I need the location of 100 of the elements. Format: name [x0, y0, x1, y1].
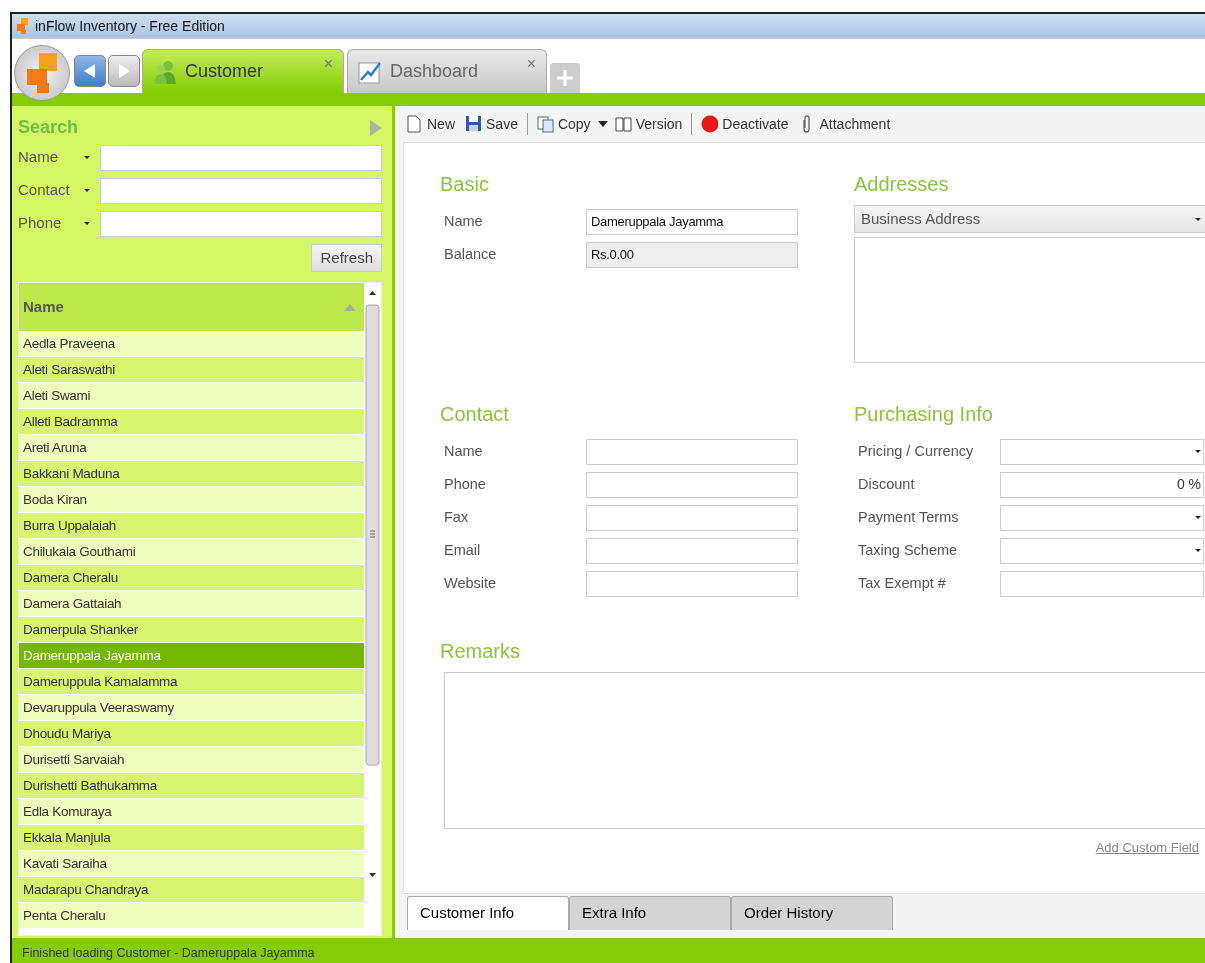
field-label: Name: [443, 211, 484, 231]
list-row[interactable]: Devaruppula Veeraswamy: [19, 695, 364, 721]
list-row[interactable]: Durishetti Bathukamma: [19, 773, 364, 799]
list-row[interactable]: Chilukala Gouthami: [19, 539, 364, 565]
input-field[interactable]: [586, 570, 798, 597]
people-icon: [153, 59, 177, 84]
list-row[interactable]: Aleti Swami: [19, 383, 364, 409]
field-label: Fax: [443, 507, 470, 527]
dropdown-caret-icon[interactable]: [84, 156, 90, 159]
input-field[interactable]: [586, 504, 798, 531]
app-logo-icon: [25, 53, 59, 93]
dropdown-caret-icon: [1195, 549, 1201, 552]
back-button[interactable]: [74, 55, 106, 87]
new-tab-button[interactable]: [550, 63, 580, 93]
plus-icon: [556, 69, 574, 87]
dropdown-field[interactable]: [1000, 537, 1204, 564]
field-label: Name: [18, 147, 59, 168]
field-label: Pricing / Currency: [857, 441, 975, 461]
input-field[interactable]: [586, 438, 798, 465]
save-button[interactable]: Save: [462, 113, 521, 135]
section-title: Basic: [440, 172, 490, 197]
add-custom-field-link[interactable]: Add Custom Field: [1095, 837, 1199, 857]
list-row[interactable]: Aleti Saraswathi: [19, 357, 364, 383]
version-button[interactable]: Version: [611, 113, 686, 135]
dropdown-caret-icon[interactable]: [84, 222, 90, 225]
input-field[interactable]: [586, 471, 798, 498]
input-field[interactable]: [1000, 570, 1204, 597]
search-title: Search: [18, 116, 79, 139]
collapse-arrow-icon[interactable]: [370, 119, 382, 136]
document-icon: [406, 115, 423, 133]
status-bar: Finished loading Customer - Dameruppala Jayamma: [12, 938, 1205, 963]
dropdown-caret-icon[interactable]: [84, 189, 90, 192]
field-label: Payment Terms: [857, 507, 960, 527]
bottom-tab[interactable]: Extra Info: [569, 896, 731, 930]
field-label: Name: [443, 441, 484, 461]
list-row[interactable]: Madarapu Chandraya: [19, 877, 364, 903]
dropdown-caret-icon: [1195, 516, 1201, 519]
list-row[interactable]: Areti Aruna: [19, 435, 364, 461]
list-row[interactable]: Edla Komuraya: [19, 799, 364, 825]
field-label: Phone: [18, 213, 63, 234]
list-row[interactable]: Damerpula Shanker: [19, 617, 364, 643]
search-field[interactable]: [100, 144, 382, 171]
dropdown-caret-icon[interactable]: [597, 121, 608, 127]
list-row[interactable]: Burra Uppalaiah: [19, 513, 364, 539]
column-header[interactable]: Name: [23, 295, 64, 319]
copy-icon: [536, 115, 554, 133]
input-field[interactable]: Dameruppala Jayamma: [586, 208, 798, 235]
list-row[interactable]: Boda Kiran: [19, 487, 364, 513]
chart-icon: [358, 59, 382, 84]
book-icon: [614, 115, 632, 133]
dropdown-caret-icon: [1195, 217, 1201, 221]
list-row[interactable]: Durisetti Sarvaiah: [19, 747, 364, 773]
field-label: Balance: [443, 244, 498, 264]
section-title: Contact: [440, 402, 510, 427]
field-label: Email: [443, 540, 482, 560]
left-arrow-icon: [84, 64, 96, 78]
forward-button[interactable]: [108, 55, 140, 87]
app-menu-button[interactable]: [14, 45, 70, 101]
refresh-button[interactable]: Refresh: [311, 243, 382, 272]
field-label: Discount: [857, 474, 916, 494]
field-label: Phone: [443, 474, 487, 494]
app-tab[interactable]: Dashboard ×: [347, 49, 547, 93]
input-field[interactable]: 0 %: [1000, 471, 1204, 498]
dropdown-field[interactable]: [1000, 504, 1204, 531]
search-field[interactable]: [100, 177, 382, 204]
deactivate-button[interactable]: Deactivate: [698, 113, 792, 135]
address-text-area[interactable]: [854, 237, 1205, 363]
list-row[interactable]: Damera Gattaiah: [19, 591, 364, 617]
address-type-dropdown[interactable]: Business Address: [854, 205, 1205, 233]
input-field[interactable]: Rs.0.00: [586, 241, 798, 268]
list-row[interactable]: Aedla Praveena: [19, 331, 364, 357]
list-row[interactable]: Bakkani Maduna: [19, 461, 364, 487]
remarks-text-area[interactable]: [444, 672, 1205, 829]
input-field[interactable]: [586, 537, 798, 564]
field-label: Contact: [18, 180, 71, 201]
search-field[interactable]: [100, 210, 382, 237]
field-label: Taxing Scheme: [857, 540, 959, 560]
section-title: Addresses: [854, 172, 950, 197]
bottom-tab[interactable]: Customer Info: [407, 896, 569, 930]
window-title: inFlow Inventory - Free Edition: [35, 16, 225, 36]
section-title: Purchasing Info: [854, 402, 994, 427]
bottom-tab[interactable]: Order History: [731, 896, 893, 930]
list-row[interactable]: Kavati Saraiha: [19, 851, 364, 877]
attachment-button[interactable]: Attachment: [795, 113, 894, 135]
list-row[interactable]: Dhoudu Mariya: [19, 721, 364, 747]
app-tab[interactable]: Customer ×: [142, 49, 344, 93]
list-row[interactable]: Alleti Badramma: [19, 409, 364, 435]
sort-arrow-icon: [344, 303, 356, 311]
list-row[interactable]: Penta Cheralu: [19, 903, 364, 929]
list-row[interactable]: Ekkala Manjula: [19, 825, 364, 851]
app-logo-icon: [16, 18, 29, 34]
section-title: Remarks: [440, 639, 521, 664]
new-button[interactable]: New: [403, 113, 458, 135]
dropdown-caret-icon: [1195, 450, 1201, 453]
list-row[interactable]: Damera Cheralu: [19, 565, 364, 591]
field-label: Tax Exempt #: [857, 573, 947, 593]
copy-button[interactable]: Copy: [533, 113, 594, 135]
field-label: Website: [443, 573, 498, 593]
list-row[interactable]: Dameruppula Kamalamma: [19, 669, 364, 695]
dropdown-field[interactable]: [1000, 438, 1204, 465]
